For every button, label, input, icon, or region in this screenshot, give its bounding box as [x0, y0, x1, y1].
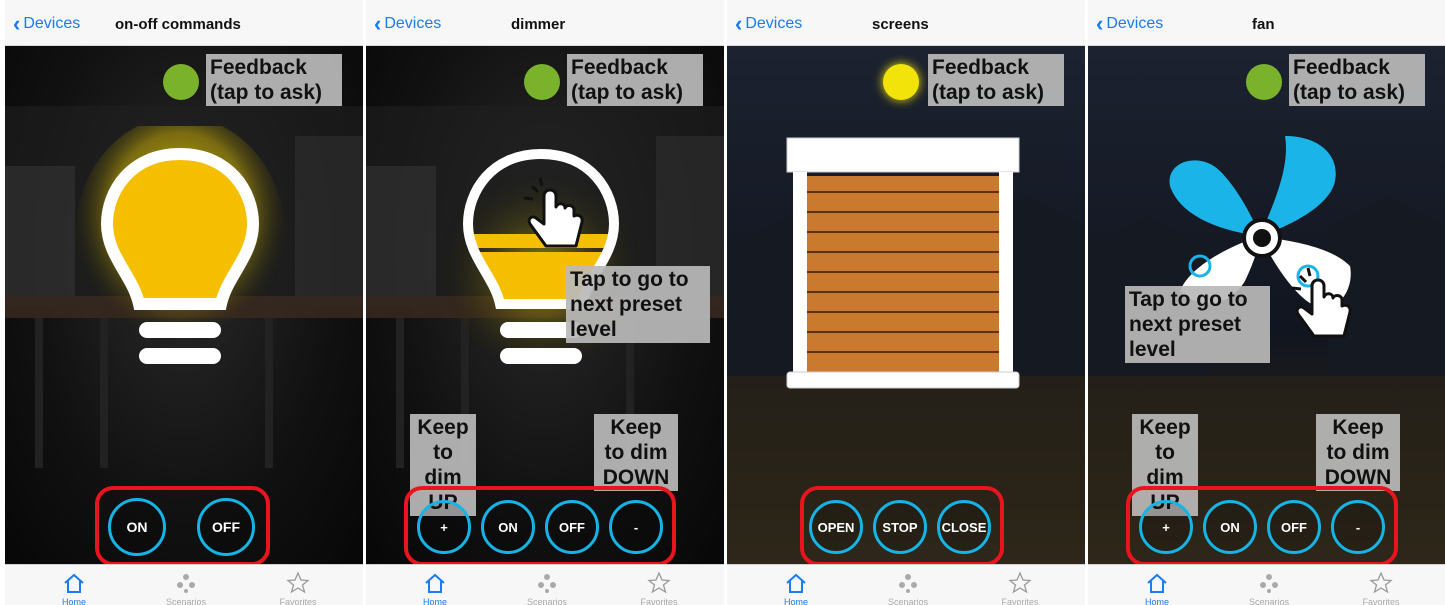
tab-scenarios-label: Scenarios — [887, 597, 929, 605]
keep-down-label: Keep to dim DOWN — [594, 414, 678, 491]
home-icon — [786, 573, 806, 593]
open-button[interactable]: OPEN — [809, 500, 863, 554]
page-title: dimmer — [511, 16, 566, 33]
speed-up-button[interactable]: + — [1139, 500, 1193, 554]
navigation-bar: ‹ Devices on-off commands — [5, 0, 363, 46]
chevron-left-icon: ‹ — [374, 11, 382, 36]
tab-home-label: Home — [783, 597, 808, 605]
page-title: screens — [872, 16, 929, 33]
tab-scenarios-label: Scenarios — [526, 597, 568, 605]
tab-scenarios-label: Scenarios — [165, 597, 207, 605]
navigation-bar: ‹ Devices screens — [727, 0, 1085, 46]
close-button[interactable]: CLOSE — [937, 500, 991, 554]
tab-home[interactable]: Home — [390, 567, 480, 605]
tab-scenarios[interactable]: Scenarios — [863, 567, 953, 605]
tap-hint-label: Tap to go to next preset level — [1125, 286, 1270, 363]
chevron-left-icon: ‹ — [1096, 11, 1104, 36]
hand-tap-icon — [523, 177, 584, 248]
feedback-led[interactable] — [524, 64, 560, 100]
home-icon — [64, 573, 84, 593]
stop-button[interactable]: STOP — [873, 500, 927, 554]
tab-bar: Home Scenarios Favorites — [1088, 564, 1445, 605]
star-icon — [1369, 571, 1393, 594]
off-button[interactable]: OFF — [545, 500, 599, 554]
tab-favorites-label: Favorites — [640, 597, 678, 605]
tab-favorites[interactable]: Favorites — [1336, 567, 1426, 605]
star-icon — [1008, 571, 1032, 594]
feedback-led[interactable] — [883, 64, 919, 100]
tab-home-label: Home — [61, 597, 86, 605]
page-title: fan — [1252, 16, 1275, 33]
star-icon — [286, 571, 310, 594]
tab-home-label: Home — [422, 597, 447, 605]
tab-scenarios[interactable]: Scenarios — [502, 567, 592, 605]
tab-favorites-label: Favorites — [1362, 597, 1400, 605]
chevron-left-icon: ‹ — [735, 11, 743, 36]
back-label: Devices — [1106, 15, 1164, 32]
back-label: Devices — [384, 15, 442, 32]
tab-home[interactable]: Home — [1112, 567, 1202, 605]
home-icon — [1147, 573, 1167, 593]
tab-home[interactable]: Home — [751, 567, 841, 605]
hand-tap-icon — [1291, 267, 1352, 338]
speed-down-button[interactable]: - — [1331, 500, 1385, 554]
back-button[interactable]: ‹ Devices — [735, 13, 802, 35]
feedback-led[interactable] — [1246, 64, 1282, 100]
navigation-bar: ‹ Devices dimmer — [366, 0, 724, 46]
off-button[interactable]: OFF — [1267, 500, 1321, 554]
roller-shutter-icon[interactable] — [785, 136, 1021, 392]
tab-favorites-label: Favorites — [279, 597, 317, 605]
tab-bar: Home Scenarios Favorites — [366, 564, 724, 605]
device-scene: Feedback (tap to ask) OPEN STOP CLOSE — [727, 46, 1085, 564]
feedback-label: Feedback (tap to ask) — [567, 54, 703, 106]
off-button[interactable]: OFF — [197, 498, 255, 556]
tab-scenarios[interactable]: Scenarios — [141, 567, 231, 605]
scenarios-icon — [538, 574, 556, 593]
home-icon — [425, 573, 445, 593]
device-scene: Feedback (tap to ask) Tap to go to next … — [1088, 46, 1445, 564]
feedback-label: Feedback (tap to ask) — [928, 54, 1064, 106]
screen-fan: ‹ Devices fan Feedback (tap to ask) Tap — [1088, 0, 1445, 605]
tab-favorites-label: Favorites — [1001, 597, 1039, 605]
tab-home-label: Home — [1144, 597, 1169, 605]
chevron-left-icon: ‹ — [13, 11, 21, 36]
navigation-bar: ‹ Devices fan — [1088, 0, 1445, 46]
tap-hint-label: Tap to go to next preset level — [566, 266, 710, 343]
star-icon — [647, 571, 671, 594]
keep-down-label: Keep to dim DOWN — [1316, 414, 1400, 491]
dim-up-button[interactable]: + — [417, 500, 471, 554]
screen-dimmer: ‹ Devices dimmer Feedback (tap to ask) T… — [366, 0, 724, 605]
back-label: Devices — [745, 15, 803, 32]
on-button[interactable]: ON — [1203, 500, 1257, 554]
tab-favorites[interactable]: Favorites — [614, 567, 704, 605]
dim-down-button[interactable]: - — [609, 500, 663, 554]
back-button[interactable]: ‹ Devices — [374, 13, 441, 35]
feedback-label: Feedback (tap to ask) — [206, 54, 342, 106]
scenarios-icon — [1260, 574, 1278, 593]
back-button[interactable]: ‹ Devices — [1096, 13, 1163, 35]
back-label: Devices — [23, 15, 81, 32]
tab-bar: Home Scenarios Favorites — [727, 564, 1085, 605]
screen-on-off-commands: ‹ Devices on-off commands Feedback (tap … — [5, 0, 363, 605]
tab-favorites[interactable]: Favorites — [975, 567, 1065, 605]
device-scene: Feedback (tap to ask) Tap to go to next … — [366, 46, 724, 564]
page-title: on-off commands — [115, 16, 241, 33]
lightbulb-icon[interactable] — [436, 126, 646, 396]
scenarios-icon — [177, 574, 195, 593]
feedback-led[interactable] — [163, 64, 199, 100]
tab-scenarios-label: Scenarios — [1248, 597, 1290, 605]
tab-favorites[interactable]: Favorites — [253, 567, 343, 605]
screen-screens: ‹ Devices screens Feedback (tap to ask) — [727, 0, 1085, 605]
on-button[interactable]: ON — [481, 500, 535, 554]
tab-home[interactable]: Home — [29, 567, 119, 605]
back-button[interactable]: ‹ Devices — [13, 13, 80, 35]
device-scene: Feedback (tap to ask) ON OFF — [5, 46, 363, 564]
feedback-label: Feedback (tap to ask) — [1289, 54, 1425, 106]
tab-bar: Home Scenarios Favorites — [5, 564, 363, 605]
on-button[interactable]: ON — [108, 498, 166, 556]
tab-scenarios[interactable]: Scenarios — [1224, 567, 1314, 605]
lightbulb-icon[interactable] — [75, 126, 285, 396]
scenarios-icon — [899, 574, 917, 593]
